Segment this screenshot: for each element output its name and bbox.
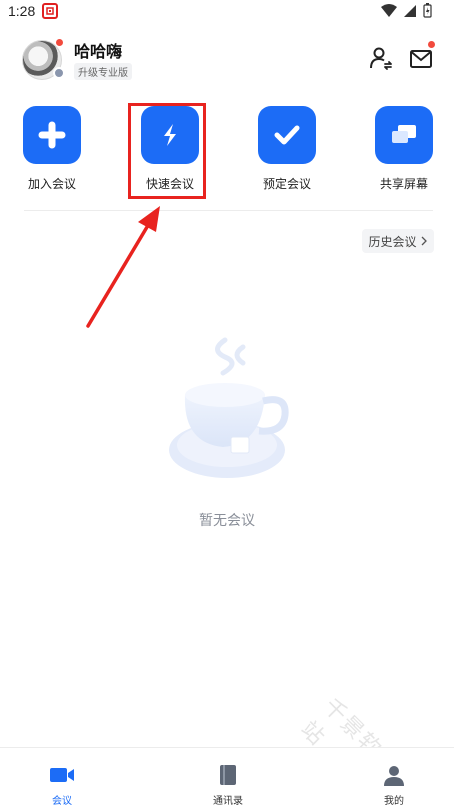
mail-notification-dot xyxy=(428,41,435,48)
wifi-icon xyxy=(381,3,397,17)
username: 哈哈嗨 xyxy=(74,44,123,61)
status-time: 1:28 xyxy=(8,3,36,19)
plus-icon xyxy=(23,106,81,164)
notification-dot xyxy=(56,39,63,46)
highlight-box xyxy=(128,103,206,199)
share-screen-icon xyxy=(375,106,433,164)
schedule-meeting-label: 预定会议 xyxy=(262,177,311,191)
profile-icon xyxy=(384,766,404,786)
schedule-meeting-button[interactable]: 预定会议 xyxy=(242,106,332,196)
status-bar: 1:28 xyxy=(0,0,454,24)
share-screen-button[interactable]: 共享屏幕 xyxy=(359,106,449,196)
mail-icon[interactable] xyxy=(409,48,433,70)
pointer-arrow xyxy=(86,206,160,328)
quick-actions: 加入会议 快速会议 预定会议 共享屏幕 xyxy=(0,106,454,196)
app-notification-icon xyxy=(42,3,58,19)
tab-meetings-label: 会议 xyxy=(52,796,72,807)
status-indicators xyxy=(381,3,432,18)
history-meetings-button[interactable]: 历史会议 xyxy=(362,229,434,253)
share-screen-label: 共享屏幕 xyxy=(379,177,428,191)
account-badge-icon xyxy=(53,67,65,79)
tab-contacts-label: 通讯录 xyxy=(213,796,243,807)
battery-icon xyxy=(423,3,432,18)
check-icon xyxy=(258,106,316,164)
contacts-icon[interactable] xyxy=(369,46,393,70)
coffee-cup-illustration xyxy=(169,337,289,478)
chevron-right-icon xyxy=(421,236,427,246)
tab-meetings[interactable]: 会议 xyxy=(17,748,107,807)
empty-state-text: 暂无会议 xyxy=(199,512,255,528)
tab-contacts[interactable]: 通讯录 xyxy=(183,748,273,807)
bottom-navigation: 会议 通讯录 我的 xyxy=(0,747,454,807)
video-camera-icon xyxy=(50,768,74,782)
history-meetings-label: 历史会议 xyxy=(368,234,417,249)
join-meeting-label: 加入会议 xyxy=(27,177,76,191)
address-book-icon xyxy=(220,765,236,785)
tab-profile-label: 我的 xyxy=(384,796,404,807)
header: 哈哈嗨 升级专业版 xyxy=(0,34,454,86)
join-meeting-button[interactable]: 加入会议 xyxy=(7,106,97,196)
upgrade-pro-tag[interactable]: 升级专业版 xyxy=(74,63,132,80)
tab-profile[interactable]: 我的 xyxy=(349,748,439,807)
signal-icon xyxy=(404,4,416,17)
